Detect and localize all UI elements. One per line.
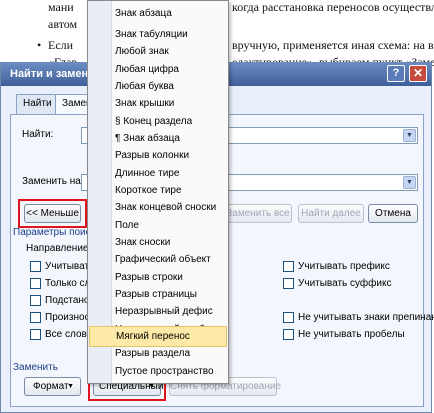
chevron-down-icon: ▼ xyxy=(67,383,74,390)
option-right-1: Учитывать префикс xyxy=(298,261,390,272)
wildcards-checkbox[interactable] xyxy=(30,295,41,306)
word-forms-checkbox[interactable] xyxy=(30,329,41,340)
doc-line-3: Если xyxy=(48,38,74,52)
format-button-label: Формат xyxy=(33,381,69,392)
ignore-punctuation-checkbox[interactable] xyxy=(283,312,294,323)
whole-words-checkbox[interactable] xyxy=(30,278,41,289)
menu-item-paragraph-mark[interactable]: Знак абзаца xyxy=(89,3,227,24)
help-button[interactable]: ? xyxy=(387,65,405,82)
match-case-checkbox[interactable] xyxy=(30,261,41,272)
direction-label: Направление: xyxy=(26,243,92,254)
option-right-4: Не учитывать пробелы xyxy=(298,329,405,340)
replace-section-heading: Заменить xyxy=(13,362,58,373)
doc-line-1: мани xyxy=(48,0,74,14)
chevron-down-icon[interactable]: ▼ xyxy=(403,176,416,189)
match-prefix-checkbox[interactable] xyxy=(283,261,294,272)
less-button-highlight xyxy=(18,199,87,228)
doc-line-1-tail: когда расстановка переносов осуществля xyxy=(232,0,434,14)
doc-line-3-tail: вручную, применяется иная схема: на в xyxy=(232,38,434,52)
special-menu: Знак абзаца Знак табуляции Любой знак Лю… xyxy=(87,0,229,384)
replace-all-button[interactable]: Заменить все xyxy=(224,204,292,223)
find-next-button[interactable]: Найти далее xyxy=(298,204,364,223)
close-button[interactable]: ✕ xyxy=(409,65,427,82)
menu-item-white-space[interactable]: Пустое пространство xyxy=(89,361,227,382)
doc-bullet: • xyxy=(37,38,42,52)
find-label: Найти: xyxy=(22,129,54,140)
replace-label: Заменить на: xyxy=(22,176,84,187)
option-right-2: Учитывать суффикс xyxy=(298,278,392,289)
doc-line-2: автом xyxy=(48,17,78,31)
format-button[interactable]: Формат ▼ xyxy=(24,377,81,396)
match-suffix-checkbox[interactable] xyxy=(283,278,294,289)
sounds-like-checkbox[interactable] xyxy=(30,312,41,323)
option-right-3: Не учитывать знаки препинания xyxy=(298,312,434,323)
ignore-spaces-checkbox[interactable] xyxy=(283,329,294,340)
tab-find[interactable]: Найти xyxy=(16,94,59,114)
chevron-down-icon[interactable]: ▼ xyxy=(403,129,416,142)
cancel-button[interactable]: Отмена xyxy=(368,204,418,223)
